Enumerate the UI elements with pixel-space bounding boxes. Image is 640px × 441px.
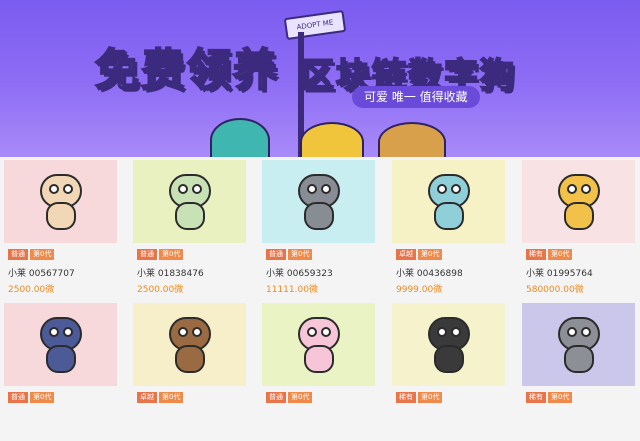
- dog-icon: [298, 174, 340, 230]
- adopt-me-sign: ADOPT ME: [283, 9, 347, 41]
- dog-thumbnail[interactable]: [4, 160, 117, 243]
- dog-price: 580000.00微: [526, 285, 584, 295]
- rarity-badge: 稀有: [526, 392, 546, 403]
- rarity-badge: 稀有: [396, 392, 416, 403]
- card-badges: 普通 第0代: [8, 249, 56, 261]
- dog-icon: [558, 317, 600, 373]
- card-badges: 稀有 第0代: [526, 392, 574, 404]
- generation-badge: 第0代: [288, 249, 313, 260]
- rarity-badge: 卓越: [396, 249, 416, 260]
- dog-thumbnail[interactable]: [522, 303, 635, 386]
- dog-card[interactable]: 稀有 第0代 小莱 01995764 580000.00微: [522, 160, 635, 298]
- dog-thumbnail[interactable]: [262, 160, 375, 243]
- generation-badge: 第0代: [159, 249, 184, 260]
- card-badges: 普通 第0代: [137, 249, 185, 261]
- brown-dog-illustration: [378, 122, 446, 157]
- dog-card[interactable]: 卓越 第0代 小莱 00436898 9999.00微: [392, 160, 505, 298]
- dog-thumbnail[interactable]: [262, 303, 375, 386]
- dog-icon: [169, 317, 211, 373]
- generation-badge: 第0代: [30, 392, 55, 403]
- dog-price: 9999.00微: [396, 285, 443, 295]
- card-badges: 普通 第0代: [266, 392, 314, 404]
- rarity-badge: 卓越: [137, 392, 157, 403]
- dog-card[interactable]: 稀有 第0代: [522, 303, 635, 441]
- card-badges: 卓越 第0代: [137, 392, 185, 404]
- dog-thumbnail[interactable]: [392, 303, 505, 386]
- rarity-badge: 普通: [137, 249, 157, 260]
- generation-badge: 第0代: [30, 249, 55, 260]
- rarity-badge: 稀有: [526, 249, 546, 260]
- rarity-badge: 普通: [266, 249, 286, 260]
- generation-badge: 第0代: [288, 392, 313, 403]
- dog-icon: [428, 174, 470, 230]
- banner-headline-left: 免费领养: [94, 44, 279, 97]
- dog-card[interactable]: 普通 第0代: [4, 303, 117, 441]
- dog-icon: [40, 174, 82, 230]
- dog-icon: [298, 317, 340, 373]
- card-badges: 稀有 第0代: [396, 392, 444, 404]
- dog-card[interactable]: 普通 第0代 小莱 00567707 2500.00微: [4, 160, 117, 298]
- hero-banner: 免费领养 ADOPT ME 区块链数字狗 可爱 唯一 值得收藏: [0, 0, 640, 157]
- generation-badge: 第0代: [418, 249, 443, 260]
- generation-badge: 第0代: [548, 392, 573, 403]
- dog-thumbnail[interactable]: [133, 303, 246, 386]
- dog-price: 11111.00微: [266, 285, 318, 295]
- dog-name: 小莱 01838476: [137, 269, 204, 279]
- dog-name: 小莱 00436898: [396, 269, 463, 279]
- dog-icon: [40, 317, 82, 373]
- dog-price: 2500.00微: [8, 285, 55, 295]
- generation-badge: 第0代: [418, 392, 443, 403]
- card-badges: 卓越 第0代: [396, 249, 444, 261]
- dog-icon: [169, 174, 211, 230]
- card-badges: 普通 第0代: [266, 249, 314, 261]
- generation-badge: 第0代: [159, 392, 184, 403]
- rarity-badge: 普通: [8, 249, 28, 260]
- rarity-badge: 普通: [8, 392, 28, 403]
- rarity-badge: 普通: [266, 392, 286, 403]
- dog-card[interactable]: 普通 第0代: [262, 303, 375, 441]
- dog-card[interactable]: 普通 第0代 小莱 00659323 11111.00微: [262, 160, 375, 298]
- card-badges: 普通 第0代: [8, 392, 56, 404]
- dog-card[interactable]: 稀有 第0代: [392, 303, 505, 441]
- dog-thumbnail[interactable]: [133, 160, 246, 243]
- banner-subtitle: 可爱 唯一 值得收藏: [352, 86, 480, 108]
- dog-thumbnail[interactable]: [392, 160, 505, 243]
- dog-price: 2500.00微: [137, 285, 184, 295]
- card-badges: 稀有 第0代: [526, 249, 574, 261]
- dog-icon: [428, 317, 470, 373]
- dog-card[interactable]: 卓越 第0代: [133, 303, 246, 441]
- dog-name: 小莱 00659323: [266, 269, 333, 279]
- dog-icon: [558, 174, 600, 230]
- dog-name: 小莱 00567707: [8, 269, 75, 279]
- yellow-dog-illustration: [300, 122, 364, 157]
- dog-thumbnail[interactable]: [522, 160, 635, 243]
- dog-name: 小莱 01995764: [526, 269, 593, 279]
- dog-thumbnail[interactable]: [4, 303, 117, 386]
- generation-badge: 第0代: [548, 249, 573, 260]
- dog-grid: 普通 第0代 小莱 00567707 2500.00微 普通 第0代 小莱 0183…: [0, 160, 640, 409]
- teal-dog-illustration: [210, 118, 270, 157]
- dog-card[interactable]: 普通 第0代 小莱 01838476 2500.00微: [133, 160, 246, 298]
